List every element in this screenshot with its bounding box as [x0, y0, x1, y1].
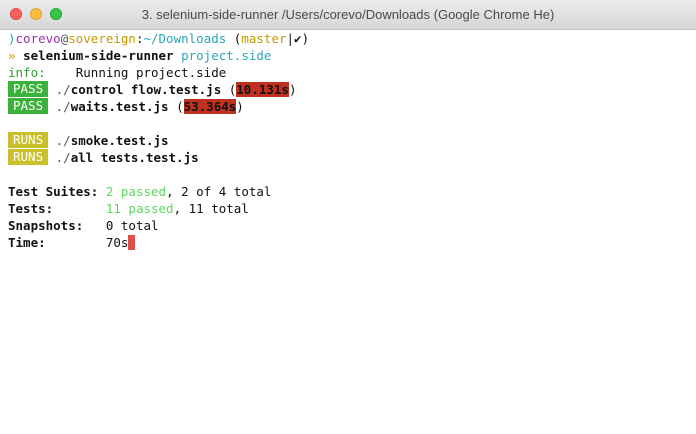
snapshots-label: Snapshots:	[8, 218, 84, 233]
suites-rest: , 2 of 4 total	[166, 184, 272, 199]
test-dir: ./	[55, 99, 71, 114]
prompt-branch: master	[241, 31, 287, 46]
test-result-line: PASS ./waits.test.js (53.364s)	[8, 98, 688, 115]
terminal-window: 3. selenium-side-runner /Users/corevo/Do…	[0, 0, 696, 434]
test-file: smoke.test.js	[70, 133, 169, 148]
test-dir: ./	[55, 133, 71, 148]
command-arg: project.side	[181, 48, 272, 63]
prompt-branch-status: ✔	[294, 31, 302, 46]
test-time-open: (	[168, 99, 184, 114]
test-time-close: )	[236, 99, 244, 114]
info-line: info: Running project.side	[8, 64, 688, 81]
command-line: » selenium-side-runner project.side	[8, 47, 688, 64]
tests-rest: , 11 total	[173, 201, 249, 216]
summary-snapshots-line: Snapshots: 0 total	[8, 217, 688, 234]
runs-badge: RUNS	[8, 132, 49, 148]
prompt-host: sovereign	[68, 31, 136, 46]
command-name: selenium-side-runner	[23, 48, 174, 63]
snapshots-value: 0 total	[105, 218, 159, 233]
prompt-marker: )	[8, 31, 16, 46]
time-value: 70s	[105, 235, 129, 250]
title-bar[interactable]: 3. selenium-side-runner /Users/corevo/Do…	[0, 0, 696, 30]
test-file: waits.test.js	[70, 99, 169, 114]
terminal-cursor	[128, 235, 136, 250]
pass-badge: PASS	[8, 81, 49, 97]
info-message: Running project.side	[45, 65, 227, 80]
summary-tests-line: Tests: 11 passed, 11 total	[8, 200, 688, 217]
test-file: all tests.test.js	[70, 150, 199, 165]
test-dir: ./	[55, 150, 71, 165]
pass-badge: PASS	[8, 98, 49, 114]
test-time: 10.131s	[236, 82, 289, 97]
prompt-line: )corevo@sovereign:~/Downloads (master|✔)	[8, 30, 688, 47]
test-dir: ./	[55, 82, 71, 97]
test-time-open: (	[221, 82, 237, 97]
test-result-line: PASS ./control flow.test.js (10.131s)	[8, 81, 688, 98]
test-time-close: )	[288, 82, 297, 97]
suites-passed: 2 passed	[105, 184, 167, 199]
test-running-line: RUNS ./smoke.test.js	[8, 132, 688, 149]
tests-label: Tests:	[8, 201, 54, 216]
prompt-branch-close: )	[301, 31, 310, 46]
test-running-line: RUNS ./all tests.test.js	[8, 149, 688, 166]
prompt-branch-sep: |	[286, 31, 295, 46]
prompt-branch-open: (	[226, 31, 242, 46]
prompt-user: corevo	[15, 31, 61, 46]
terminal-output[interactable]: )corevo@sovereign:~/Downloads (master|✔)…	[0, 30, 696, 251]
info-label: info:	[8, 65, 46, 80]
summary-suites-line: Test Suites: 2 passed, 2 of 4 total	[8, 183, 688, 200]
time-label: Time:	[8, 235, 46, 250]
test-file: control flow.test.js	[70, 82, 222, 97]
suites-label: Test Suites:	[8, 184, 99, 199]
prompt-arrow-icon: »	[8, 48, 16, 63]
window-title: 3. selenium-side-runner /Users/corevo/Do…	[141, 7, 555, 22]
summary-time-line: Time: 70s	[8, 234, 688, 251]
runs-badge: RUNS	[8, 149, 49, 165]
tests-passed: 11 passed	[105, 201, 174, 216]
prompt-path: ~/Downloads	[143, 31, 227, 46]
test-time: 53.364s	[183, 99, 237, 114]
